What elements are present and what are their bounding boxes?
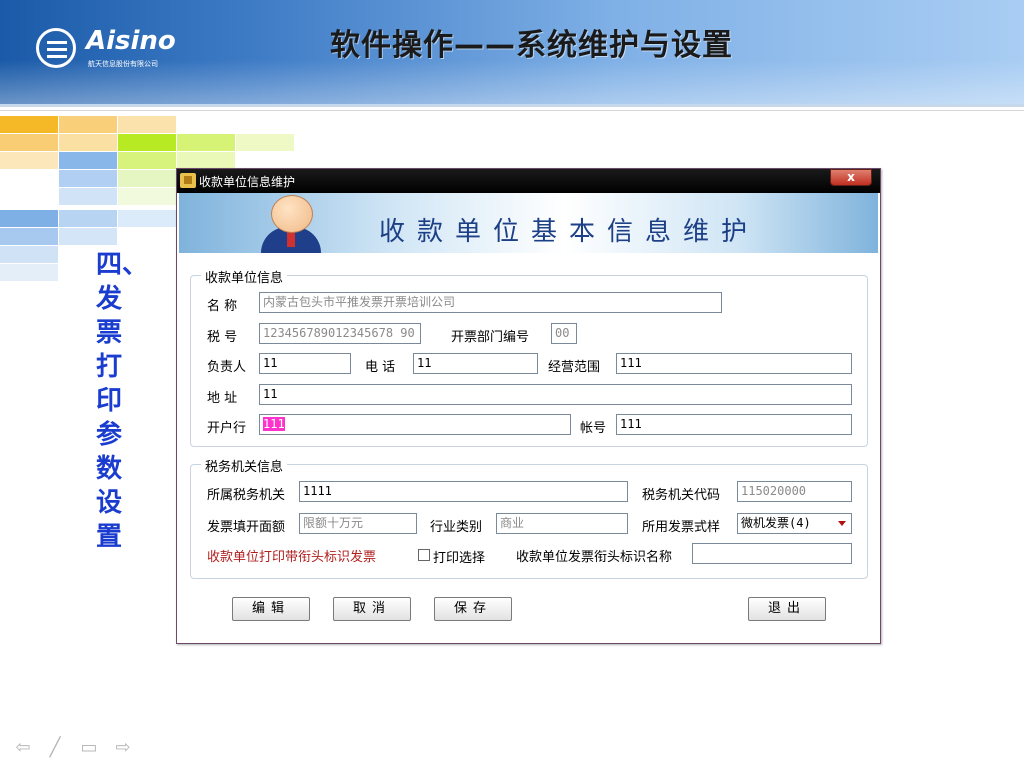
user-avatar-icon [259,195,323,253]
scope-field[interactable]: 111 [616,353,852,374]
industry-field[interactable]: 商业 [496,513,628,534]
menu-icon[interactable]: ▭ [78,738,100,758]
authority-label: 所属税务机关 [207,488,286,503]
address-label: 地 址 [207,391,238,406]
person-field[interactable]: 11 [259,353,351,374]
phone-field[interactable]: 11 [413,353,538,374]
account-field[interactable]: 111 [616,414,852,435]
section-label-char: 参 [96,420,123,450]
close-button[interactable]: x [830,169,872,186]
account-label: 帐号 [580,421,607,436]
logo-subtitle: 航天信息股份有限公司 [88,60,158,68]
slide-title: 软件操作——系统维护与设置 [330,28,733,63]
banner-title: 收款单位基本信息维护 [379,217,760,247]
dialog-banner: 收款单位基本信息维护 [179,193,878,253]
section-label-char: 数 [96,454,123,484]
industry-label: 行业类别 [430,520,483,535]
logo-text: Aisino [86,26,176,56]
dialog-titlebar[interactable]: 收款单位信息维护 x [177,169,880,193]
section-label-char: 印 [96,386,123,416]
slide-navigation: ⇦ ╱ ▭ ⇨ [12,738,142,758]
invoice-style-label: 所用发票式样 [642,520,721,535]
tax-authority-group: 税务机关信息 所属税务机关 1111 税务机关代码 115020000 发票填开… [190,456,868,579]
phone-label: 电 话 [365,360,396,375]
section-label-char: 设 [96,488,123,518]
section-label-char: 四、 [96,250,149,280]
header-divider-thin [0,110,1024,111]
payee-info-dialog: 收款单位信息维护 x 收款单位基本信息维护 收款单位信息 名 称 内蒙古包头市平… [176,168,881,644]
chevron-down-icon[interactable] [838,521,846,526]
print-select-label[interactable]: 打印选择 [433,547,485,566]
scope-label: 经营范围 [548,360,601,375]
authority-code-label: 税务机关代码 [642,488,721,503]
aisino-logo: Aisino 航天信息股份有限公司 [36,26,186,72]
address-field[interactable]: 11 [259,384,852,405]
app-icon [180,173,196,188]
print-select-checkbox[interactable] [418,549,430,561]
header-divider [0,104,1024,107]
payee-info-group: 收款单位信息 名 称 内蒙古包头市平推发票开票培训公司 税 号 12345678… [190,267,868,447]
section-label-char: 置 [96,522,123,552]
section-label-char: 票 [96,318,123,348]
tax-no-field[interactable]: 123456789012345678 90 [259,323,421,344]
tax-no-label: 税 号 [207,330,238,345]
section-label-char: 打 [96,352,123,382]
invoice-limit-label: 发票填开面额 [207,520,286,535]
invoice-limit-field[interactable]: 限额十万元 [299,513,417,534]
bank-label: 开户行 [207,421,247,436]
header-name-field[interactable] [692,543,852,564]
bank-value-selected: 111 [263,417,285,431]
prev-arrow-icon[interactable]: ⇦ [12,738,34,758]
invoice-style-value: 微机发票(4) [741,516,811,530]
person-label: 负责人 [207,360,247,375]
print-header-label: 收款单位打印带衔头标识发票 [207,550,377,565]
logo-mark-icon [36,28,76,68]
dept-code-field[interactable]: 00 [551,323,577,344]
dept-code-label: 开票部门编号 [451,330,530,345]
dialog-title: 收款单位信息维护 [199,175,296,189]
payee-group-title: 收款单位信息 [201,267,288,286]
save-button[interactable]: 保存 [434,597,512,621]
invoice-style-select[interactable]: 微机发票(4) [737,513,852,534]
name-field[interactable]: 内蒙古包头市平推发票开票培训公司 [259,292,722,313]
authority-field[interactable]: 1111 [299,481,628,502]
bank-field[interactable]: 111 [259,414,571,435]
section-label-char: 发 [96,284,123,314]
pen-icon[interactable]: ╱ [44,738,66,758]
exit-button[interactable]: 退出 [748,597,826,621]
name-label: 名 称 [207,299,238,314]
header-name-label: 收款单位发票衔头标识名称 [516,550,673,565]
cancel-button[interactable]: 取消 [333,597,411,621]
tax-group-title: 税务机关信息 [201,456,288,475]
next-arrow-icon[interactable]: ⇨ [112,738,134,758]
authority-code-field[interactable]: 115020000 [737,481,852,502]
edit-button[interactable]: 编辑 [232,597,310,621]
section-label: 四、 发 票 打 印 参 数 设 置 [96,248,156,554]
slide-header: Aisino 航天信息股份有限公司 软件操作——系统维护与设置 [0,0,1024,104]
